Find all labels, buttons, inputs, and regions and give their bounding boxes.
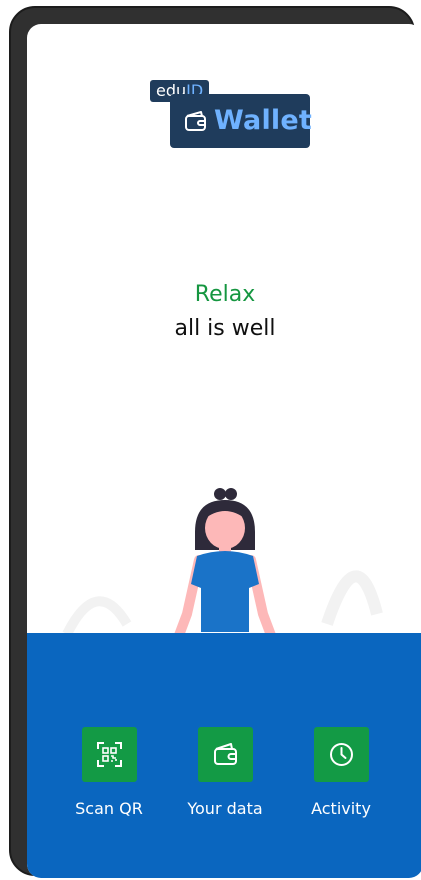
scan-qr-button[interactable]: Scan QR — [59, 727, 159, 818]
status-subtitle: all is well — [174, 316, 276, 341]
wallet-icon — [185, 111, 206, 131]
activity-label: Activity — [311, 799, 371, 818]
qr-scan-icon — [96, 742, 122, 767]
activity-tile[interactable] — [313, 727, 369, 782]
wallet-icon — [213, 743, 237, 765]
your-data-button[interactable]: Your data — [175, 727, 275, 818]
your-data-tile[interactable] — [197, 727, 253, 782]
your-data-label: Your data — [187, 799, 263, 818]
app-screen: eduID Wallet Relax all is well Scan QR Y… — [27, 24, 421, 878]
status-title: Relax — [194, 282, 256, 307]
logo-wallet-text: Wallet — [214, 105, 312, 136]
scan-qr-label: Scan QR — [75, 799, 143, 818]
activity-button[interactable]: Activity — [291, 727, 391, 818]
scan-qr-tile[interactable] — [81, 727, 137, 782]
eduid-wallet-logo: eduID Wallet — [150, 80, 312, 150]
action-panel: Scan QR Your data Activity — [27, 633, 421, 878]
wallet-badge: Wallet — [170, 94, 312, 148]
device-frame: eduID Wallet Relax all is well Scan QR Y… — [9, 6, 421, 878]
clock-icon — [329, 743, 353, 766]
